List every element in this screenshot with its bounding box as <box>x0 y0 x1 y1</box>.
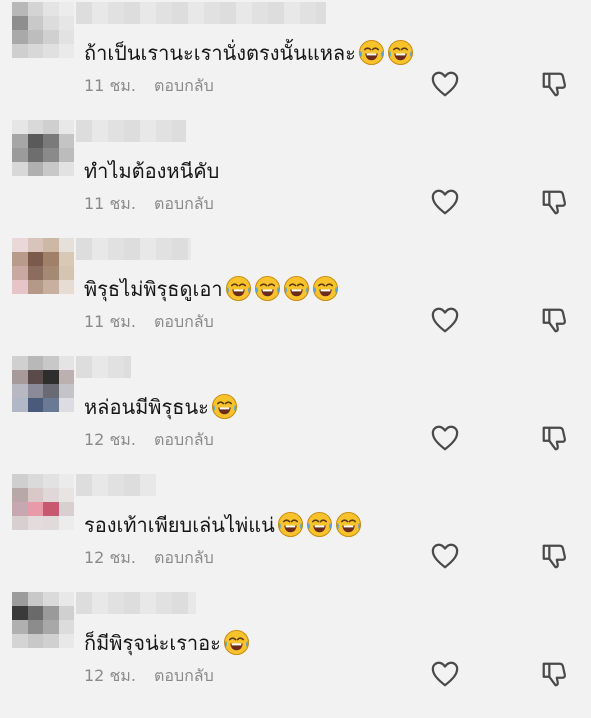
comment-text: ทำไมต้องหนีคับ <box>84 156 219 186</box>
comment-text-content: ถ้าเป็นเรานะเรานั่งตรงนั้นแหละ <box>84 41 356 65</box>
laughing-emoji-icon <box>254 275 281 302</box>
comment-text: พิรุธไม่พิรุธดูเอา <box>84 274 339 304</box>
reply-button[interactable]: ตอบกลับ <box>154 312 214 331</box>
thumbs-down-icon[interactable] <box>540 188 568 216</box>
comment-time: 12 ชม. <box>84 430 136 449</box>
thumbs-down-icon[interactable] <box>540 424 568 452</box>
heart-icon[interactable] <box>430 306 460 334</box>
reply-button[interactable]: ตอบกลับ <box>154 666 214 685</box>
comment-text-content: พิรุธไม่พิรุธดูเอา <box>84 277 223 301</box>
avatar[interactable] <box>12 592 74 648</box>
avatar[interactable] <box>12 356 74 412</box>
username-blurred[interactable] <box>76 592 196 614</box>
comment-meta: 12 ชม. ตอบกลับ <box>84 664 214 689</box>
heart-icon[interactable] <box>430 542 460 570</box>
avatar[interactable] <box>12 474 74 530</box>
laughing-emoji-icon <box>335 511 362 538</box>
comment-item: ถ้าเป็นเรานะเรานั่งตรงนั้นแหละ 11 ชม. ตอบ… <box>0 0 591 112</box>
comment-text-content: ก็มีพิรุจน่ะเราอะ <box>84 631 221 655</box>
comment-item: รองเท้าเพียบเล่นไพ่แน่ 12 ชม. ตอบกลับ <box>0 466 591 584</box>
laughing-emoji-icon <box>358 39 385 66</box>
heart-icon[interactable] <box>430 70 460 98</box>
comment-time: 11 ชม. <box>84 312 136 331</box>
comment-item: พิรุธไม่พิรุธดูเอา 11 ชม. ตอบกลับ <box>0 230 591 348</box>
laughing-emoji-icon <box>277 511 304 538</box>
avatar[interactable] <box>12 2 74 58</box>
username-blurred[interactable] <box>76 356 131 378</box>
avatar[interactable] <box>12 120 74 176</box>
username-blurred[interactable] <box>76 120 186 142</box>
username-blurred[interactable] <box>76 238 191 260</box>
laughing-emoji-icon <box>312 275 339 302</box>
comment-text: หล่อนมีพิรุธนะ <box>84 392 238 422</box>
comment-text: ก็มีพิรุจน่ะเราอะ <box>84 628 250 658</box>
comment-meta: 11 ชม. ตอบกลับ <box>84 310 214 335</box>
comment-text-content: หล่อนมีพิรุธนะ <box>84 395 209 419</box>
thumbs-down-icon[interactable] <box>540 306 568 334</box>
thumbs-down-icon[interactable] <box>540 660 568 688</box>
comment-meta: 12 ชม. ตอบกลับ <box>84 428 214 453</box>
comment-item: หล่อนมีพิรุธนะ 12 ชม. ตอบกลับ <box>0 348 591 466</box>
comment-text-content: ทำไมต้องหนีคับ <box>84 159 220 183</box>
heart-icon[interactable] <box>430 660 460 688</box>
comment-text: ถ้าเป็นเรานะเรานั่งตรงนั้นแหละ <box>84 38 414 68</box>
comment-text-content: รองเท้าเพียบเล่นไพ่แน่ <box>84 513 275 537</box>
username-blurred[interactable] <box>76 474 156 496</box>
comment-time: 12 ชม. <box>84 666 136 685</box>
comment-time: 12 ชม. <box>84 548 136 567</box>
heart-icon[interactable] <box>430 188 460 216</box>
laughing-emoji-icon <box>211 393 238 420</box>
laughing-emoji-icon <box>223 629 250 656</box>
comment-meta: 11 ชม. ตอบกลับ <box>84 74 214 99</box>
reply-button[interactable]: ตอบกลับ <box>154 548 214 567</box>
laughing-emoji-icon <box>387 39 414 66</box>
comment-item: ก็มีพิรุจน่ะเราอะ 12 ชม. ตอบกลับ <box>0 584 591 702</box>
thumbs-down-icon[interactable] <box>540 70 568 98</box>
comment-text: รองเท้าเพียบเล่นไพ่แน่ <box>84 510 362 540</box>
comment-meta: 12 ชม. ตอบกลับ <box>84 546 214 571</box>
reply-button[interactable]: ตอบกลับ <box>154 430 214 449</box>
comment-time: 11 ชม. <box>84 194 136 213</box>
avatar[interactable] <box>12 238 74 294</box>
reply-button[interactable]: ตอบกลับ <box>154 76 214 95</box>
username-blurred[interactable] <box>76 2 326 24</box>
reply-button[interactable]: ตอบกลับ <box>154 194 214 213</box>
laughing-emoji-icon <box>225 275 252 302</box>
comment-time: 11 ชม. <box>84 76 136 95</box>
laughing-emoji-icon <box>306 511 333 538</box>
comment-meta: 11 ชม. ตอบกลับ <box>84 192 214 217</box>
thumbs-down-icon[interactable] <box>540 542 568 570</box>
comment-item: ทำไมต้องหนีคับ 11 ชม. ตอบกลับ <box>0 112 591 230</box>
heart-icon[interactable] <box>430 424 460 452</box>
laughing-emoji-icon <box>283 275 310 302</box>
